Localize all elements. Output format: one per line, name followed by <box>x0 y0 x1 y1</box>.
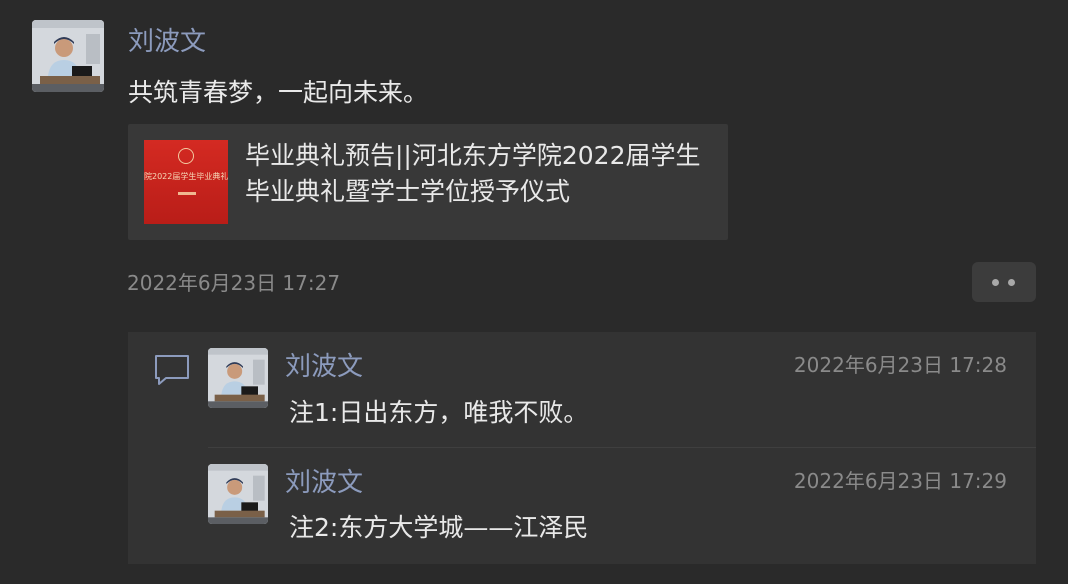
author-name[interactable]: 刘波文 <box>128 27 206 57</box>
post-timestamp: 2022年6月23日 17:27 <box>127 271 341 295</box>
avatar-photo <box>32 20 104 92</box>
link-card[interactable]: 院2022届学生毕业典礼暨学士学 毕业典礼预告||河北东方学院2022届学生毕业… <box>128 124 728 240</box>
avatar-photo <box>208 464 268 524</box>
comment-icon <box>155 355 189 385</box>
comment-author-name[interactable]: 刘波文 <box>285 468 363 498</box>
comment-author-name[interactable]: 刘波文 <box>285 352 363 382</box>
more-button[interactable] <box>972 262 1036 302</box>
comment-text: 注2:东方大学城——江泽民 <box>289 513 589 542</box>
more-dots-icon <box>1008 279 1015 286</box>
comment-divider <box>208 447 1036 448</box>
thumbnail-caption: 院2022届学生毕业典礼暨学士学 <box>144 172 228 181</box>
comment-timestamp: 2022年6月23日 17:29 <box>793 469 1007 493</box>
comment-timestamp: 2022年6月23日 17:28 <box>793 353 1007 377</box>
school-seal-icon <box>178 148 194 164</box>
post-text: 共筑青春梦，一起向未来。 <box>128 78 429 107</box>
link-thumbnail: 院2022届学生毕业典礼暨学士学 <box>144 140 228 224</box>
thumbnail-date <box>178 192 196 195</box>
avatar-photo <box>208 348 268 408</box>
link-title: 毕业典礼预告||河北东方学院2022届学生毕业典礼暨学士学位授予仪式 <box>245 141 701 206</box>
comment-avatar[interactable] <box>208 464 268 524</box>
comment-avatar[interactable] <box>208 348 268 408</box>
comment-text: 注1:日出东方，唯我不败。 <box>289 398 589 427</box>
author-avatar[interactable] <box>32 20 104 92</box>
more-dots-icon <box>992 279 999 286</box>
